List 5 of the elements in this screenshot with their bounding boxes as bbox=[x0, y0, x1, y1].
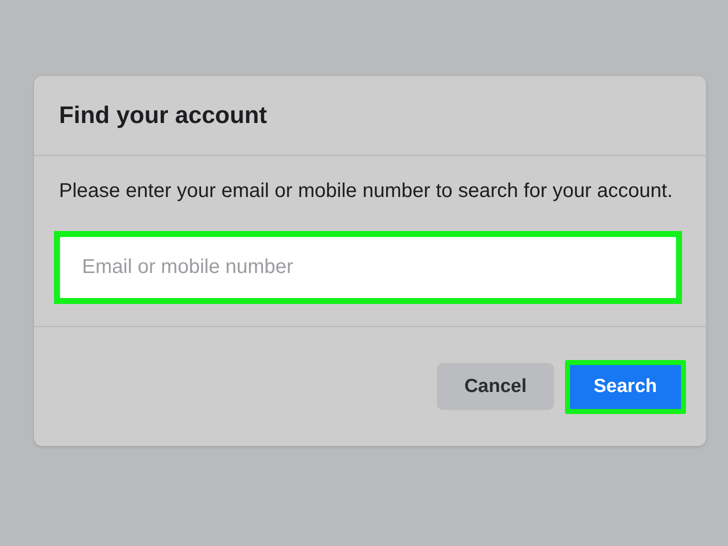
email-field[interactable]: Email or mobile number bbox=[54, 231, 682, 304]
instruction-text: Please enter your email or mobile number to search for your account. bbox=[59, 179, 674, 204]
cancel-button[interactable]: Cancel bbox=[437, 363, 554, 410]
dialog-title: Find your account bbox=[59, 102, 268, 130]
search-button[interactable]: Search bbox=[564, 360, 686, 414]
